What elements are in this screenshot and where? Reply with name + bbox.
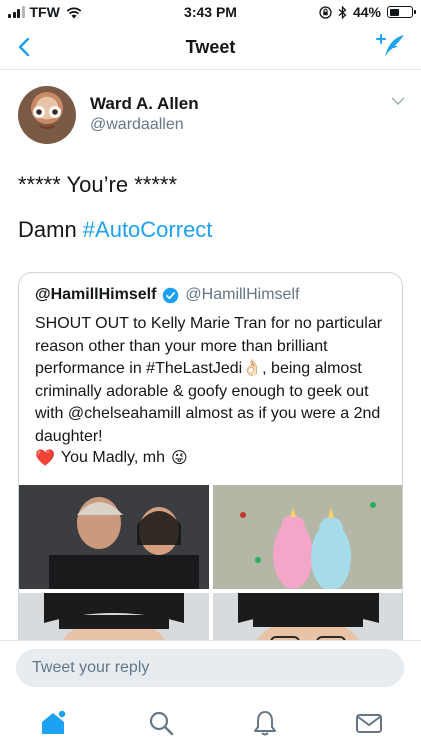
verified-badge-icon xyxy=(163,287,179,303)
photo-people-icon xyxy=(19,485,209,589)
status-bar: TFW 3:43 PM 44% xyxy=(0,0,421,24)
nav-bar: Tweet xyxy=(0,24,421,70)
reply-bar xyxy=(0,640,421,700)
envelope-icon[interactable] xyxy=(354,708,384,738)
tab-bar xyxy=(0,700,421,750)
tweet-text-line: Damn #AutoCorrect xyxy=(18,217,212,243)
media-grid xyxy=(19,483,402,640)
quoted-tweet-signoff: ❤️ You Madly, mh 😜 xyxy=(35,448,188,468)
quoted-tweet[interactable]: @HamillHimself @HamillHimself SHOUT OUT … xyxy=(18,272,403,640)
author-handle[interactable]: @wardaallen xyxy=(90,116,184,134)
page-title: Tweet xyxy=(185,37,236,57)
media-photo[interactable] xyxy=(213,485,402,591)
chevron-down-icon[interactable] xyxy=(391,96,405,106)
heart-emoji: ❤️ xyxy=(35,450,55,467)
media-photo[interactable] xyxy=(213,593,402,640)
quoted-author-name: @HamillHimself xyxy=(35,286,157,303)
avatar[interactable] xyxy=(18,86,76,144)
media-photo[interactable] xyxy=(19,593,209,640)
tweet-text: Damn xyxy=(18,217,83,242)
status-right: 44% xyxy=(319,4,416,20)
battery-icon xyxy=(387,6,416,18)
hashtag-link[interactable]: #AutoCorrect xyxy=(83,217,213,242)
orientation-lock-icon xyxy=(319,5,332,19)
search-icon[interactable] xyxy=(146,708,176,738)
home-icon[interactable] xyxy=(38,708,68,738)
wink-emoji: 😜 xyxy=(170,450,188,467)
bell-icon[interactable] xyxy=(250,708,280,738)
battery-level xyxy=(389,8,399,16)
tweet-text-line: ***** You’re ***** xyxy=(18,172,178,197)
battery-percent: 44% xyxy=(352,4,381,20)
quoted-author-handle: @HamillHimself xyxy=(185,286,300,303)
signoff-text: You Madly, mh xyxy=(60,449,165,466)
compose-tweet-icon[interactable] xyxy=(375,32,407,62)
photo-unicorns-icon xyxy=(213,485,402,591)
reply-input[interactable] xyxy=(16,649,404,687)
quoted-tweet-header: @HamillHimself @HamillHimself xyxy=(35,286,299,304)
photo-portrait-icon xyxy=(19,593,209,640)
author-photo-icon xyxy=(33,106,61,129)
author-name[interactable]: Ward A. Allen xyxy=(90,94,199,114)
media-photo[interactable] xyxy=(19,485,209,589)
bluetooth-icon xyxy=(338,5,347,19)
tweet-detail: Ward A. Allen @wardaallen ***** You’re *… xyxy=(0,70,421,640)
quoted-tweet-text: SHOUT OUT to Kelly Marie Tran for no par… xyxy=(35,315,383,445)
photo-portrait-icon xyxy=(213,593,402,640)
